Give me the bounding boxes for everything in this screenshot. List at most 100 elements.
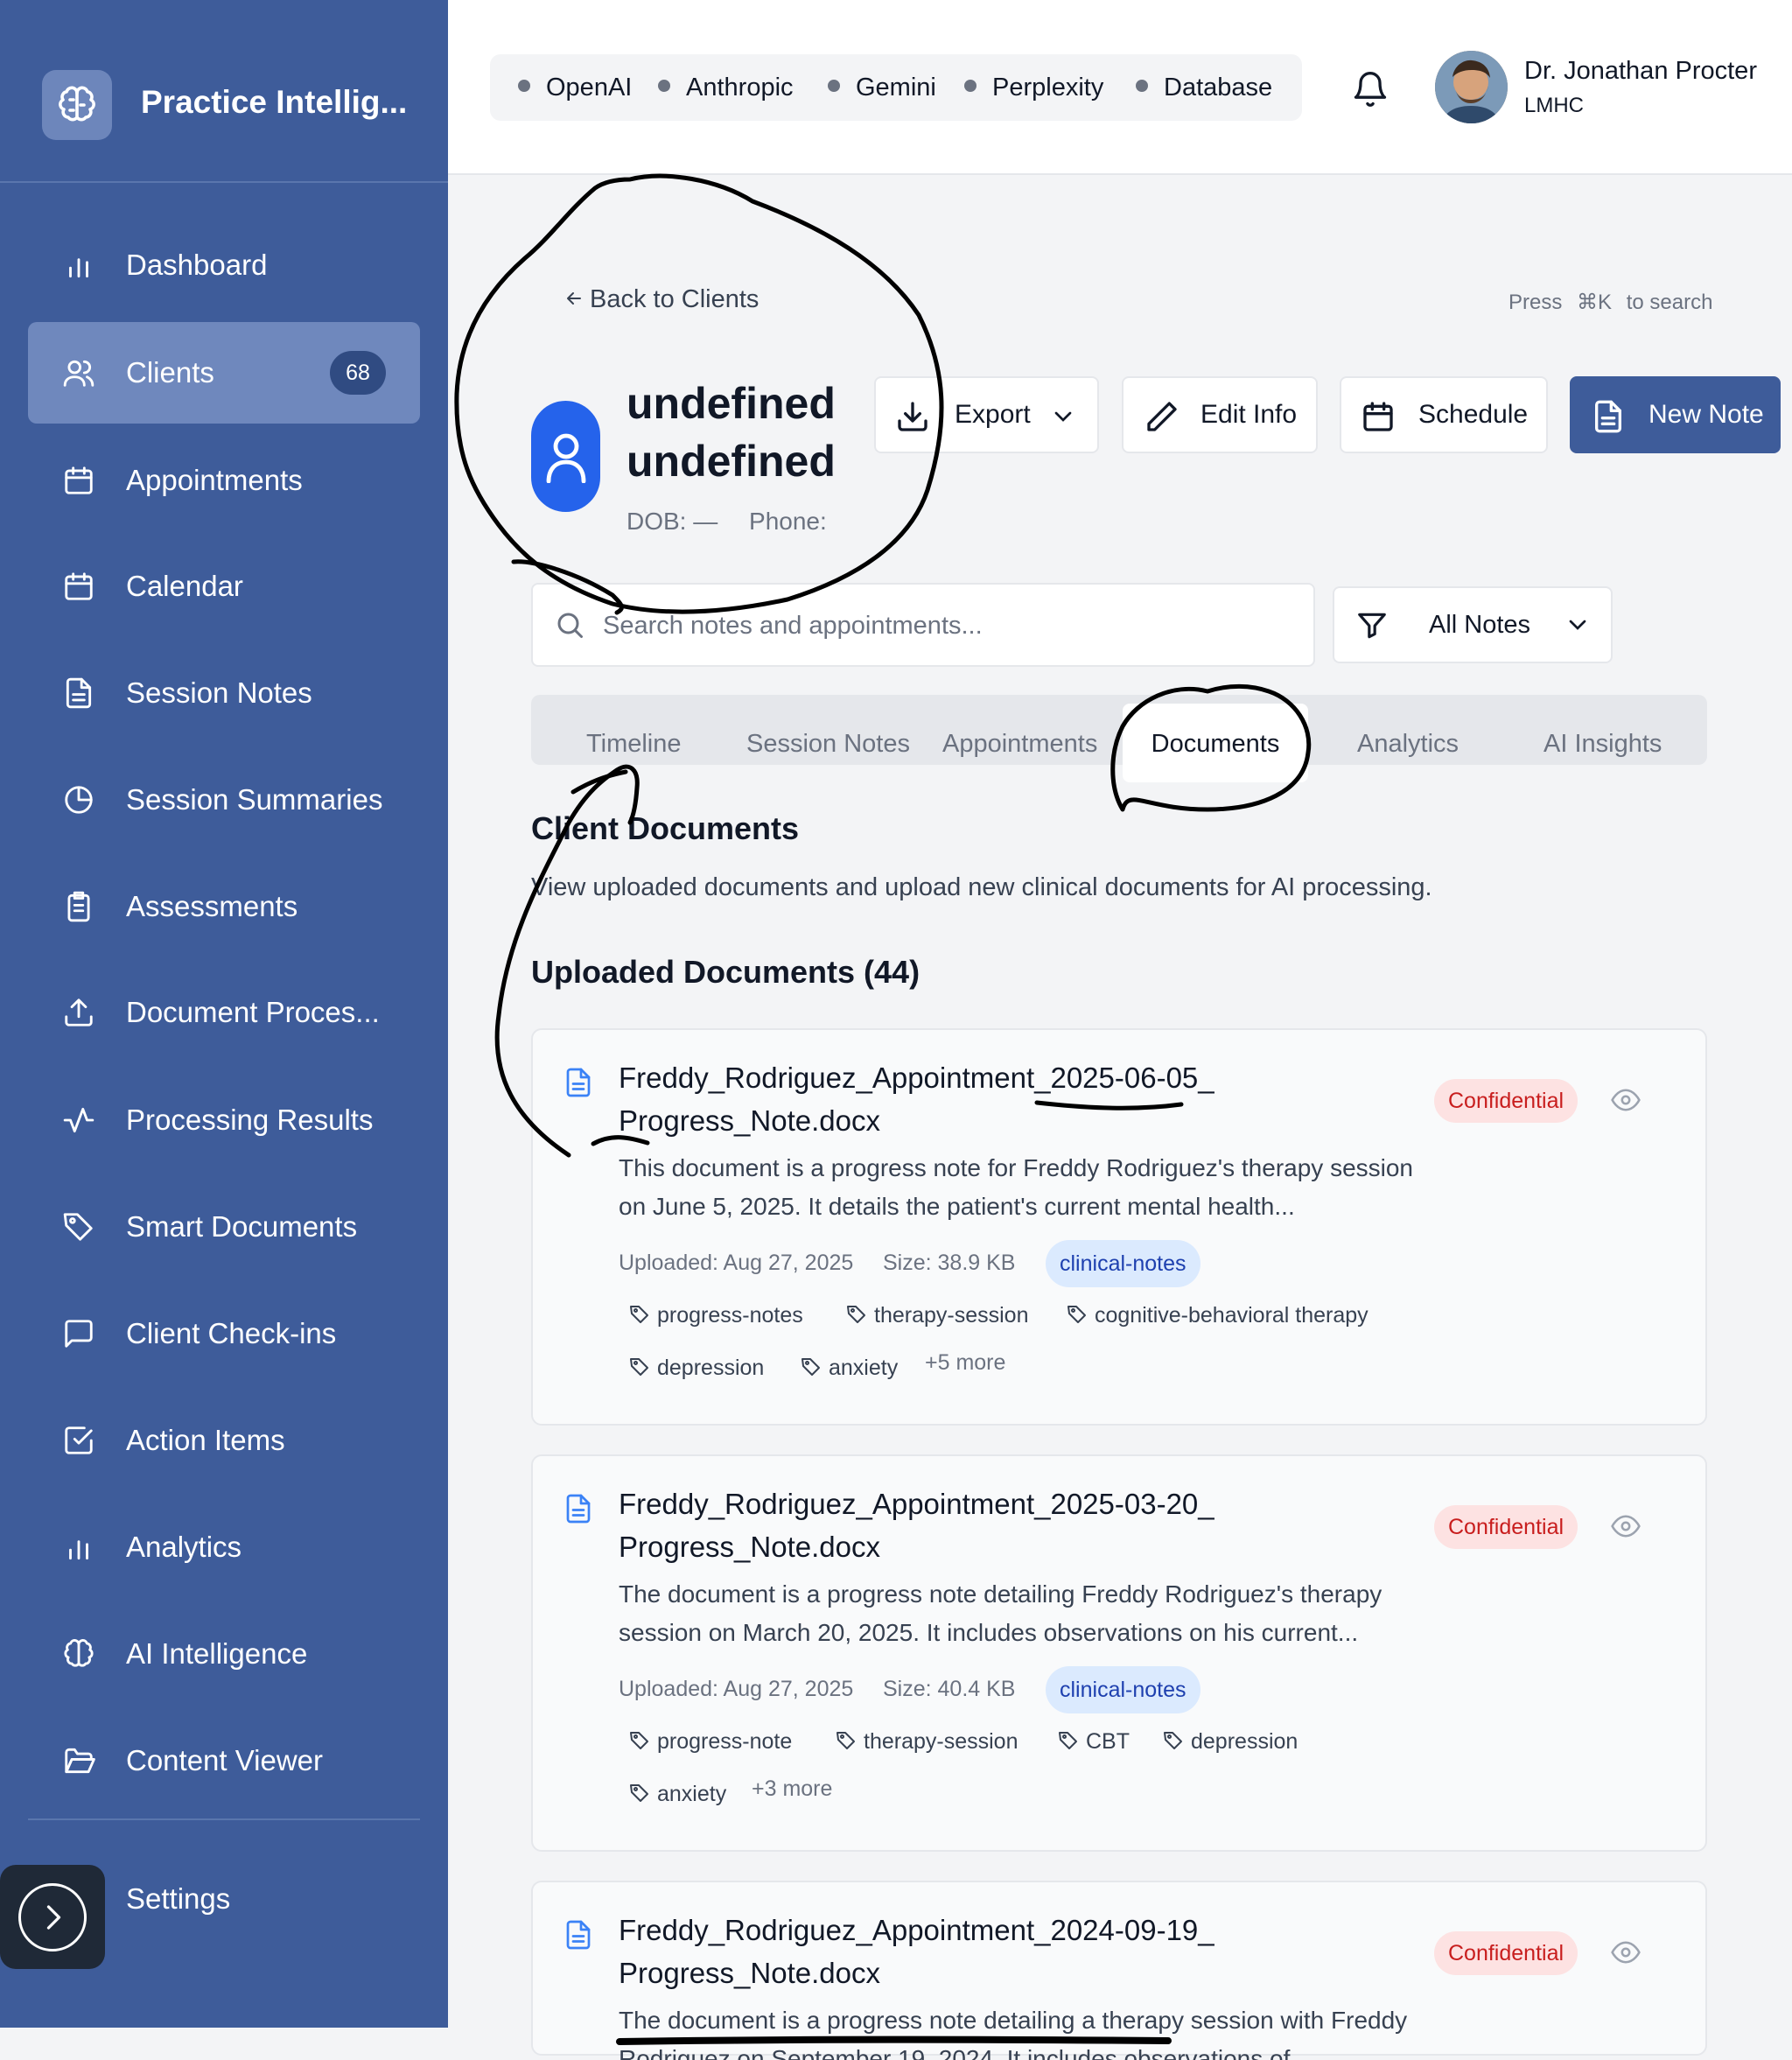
tag-icon <box>801 1356 829 1380</box>
document-card[interactable]: Freddy_Rodriguez_Appointment_2024-09-19_… <box>531 1881 1707 2060</box>
calendar-icon <box>61 463 96 498</box>
sidebar-item-client-check-ins[interactable]: Client Check-ins <box>28 1283 420 1384</box>
sidebar-item-processing-results[interactable]: Processing Results <box>28 1069 420 1171</box>
sidebar-item-label: Smart Documents <box>126 1210 358 1243</box>
user-role: LMHC <box>1524 94 1585 117</box>
confidential-badge: Confidential <box>1434 1931 1578 1975</box>
eye-icon[interactable] <box>1611 1088 1641 1112</box>
sidebar-item-smart-documents[interactable]: Smart Documents <box>28 1176 420 1278</box>
status-dot <box>828 80 840 93</box>
brand: Practice Intellig... <box>0 0 448 183</box>
export-button[interactable]: Export <box>874 376 1099 453</box>
section-description: View uploaded documents and upload new c… <box>531 873 1432 901</box>
confidential-badge: Confidential <box>1434 1079 1578 1123</box>
client-tabs: Timeline Session Notes Appointments Docu… <box>531 695 1707 782</box>
tag-icon <box>1163 1729 1191 1754</box>
upload-icon <box>61 995 96 1030</box>
eye-icon[interactable] <box>1611 1940 1641 1965</box>
tag-icon <box>1067 1303 1095 1328</box>
status-dot <box>658 80 670 93</box>
tab-timeline[interactable]: Timeline <box>586 695 682 765</box>
provider-gemini: Gemini <box>828 54 936 121</box>
provider-perplexity: Perplexity <box>964 54 1103 121</box>
user-avatar[interactable] <box>1435 51 1508 123</box>
sidebar-item-assessments[interactable]: Assessments <box>28 856 420 957</box>
search-bar <box>531 583 1315 667</box>
edit-info-button[interactable]: Edit Info <box>1122 376 1318 453</box>
document-size: Size: 40.4 KB <box>883 1677 1016 1701</box>
back-to-clients-link[interactable]: Back to Clients <box>564 285 759 314</box>
tag-icon <box>629 1729 657 1754</box>
sidebar-item-dashboard[interactable]: Dashboard <box>28 214 420 316</box>
activity-icon <box>61 1103 96 1138</box>
calendar-icon <box>1363 402 1393 431</box>
sidebar-item-action-items[interactable]: Action Items <box>28 1390 420 1491</box>
tag-icon <box>846 1303 874 1328</box>
document-tag[interactable]: CBT <box>1058 1729 1130 1755</box>
more-tags-link[interactable]: +3 more <box>752 1776 832 1802</box>
tag-icon <box>61 1209 96 1244</box>
sidebar: Practice Intellig... Dashboard Clients 68 A… <box>0 0 448 2028</box>
tab-appointments[interactable]: Appointments <box>942 695 1097 765</box>
download-icon <box>898 402 928 431</box>
sidebar-item-session-notes[interactable]: Session Notes <box>28 642 420 744</box>
status-dot <box>964 80 976 93</box>
document-title[interactable]: Freddy_Rodriguez_Appointment_2025-03-20_… <box>619 1482 1231 1568</box>
calendar-icon <box>61 569 96 604</box>
category-badge[interactable]: clinical-notes <box>1046 1240 1200 1287</box>
sidebar-item-document-proces[interactable]: Document Proces... <box>28 962 420 1063</box>
document-tag[interactable]: therapy-session <box>836 1729 1018 1755</box>
bar-chart-icon <box>61 248 96 283</box>
bell-icon[interactable] <box>1351 70 1390 109</box>
search-input[interactable] <box>603 602 1285 649</box>
category-badge[interactable]: clinical-notes <box>1046 1666 1200 1713</box>
tab-ai-insights[interactable]: AI Insights <box>1544 695 1662 765</box>
sidebar-item-calendar[interactable]: Calendar <box>28 536 420 637</box>
sidebar-item-analytics[interactable]: Analytics <box>28 1496 420 1598</box>
new-note-button[interactable]: New Note <box>1570 376 1781 453</box>
document-tag[interactable]: cognitive-behavioral therapy <box>1067 1303 1368 1328</box>
sidebar-item-label: Clients <box>126 356 214 389</box>
tag-icon <box>1058 1729 1086 1754</box>
eye-icon[interactable] <box>1611 1514 1641 1538</box>
tag-icon <box>629 1303 657 1328</box>
provider-database: Database <box>1136 54 1272 121</box>
file-text-icon <box>566 1920 591 1950</box>
expand-sidebar-button[interactable] <box>0 1865 105 1969</box>
document-tag[interactable]: depression <box>629 1356 764 1381</box>
document-card[interactable]: Freddy_Rodriguez_Appointment_2025-06-05_… <box>531 1028 1707 1426</box>
tab-session-notes[interactable]: Session Notes <box>746 695 910 765</box>
more-tags-link[interactable]: +5 more <box>925 1350 1005 1376</box>
tab-analytics[interactable]: Analytics <box>1357 695 1459 765</box>
document-tag[interactable]: anxiety <box>801 1356 898 1381</box>
document-card[interactable]: Freddy_Rodriguez_Appointment_2025-03-20_… <box>531 1454 1707 1852</box>
client-meta: DOB: — Phone: <box>626 508 827 536</box>
schedule-button[interactable]: Schedule <box>1340 376 1548 453</box>
sidebar-item-clients[interactable]: Clients 68 <box>28 322 420 424</box>
document-tag[interactable]: depression <box>1163 1729 1298 1755</box>
document-tag[interactable]: anxiety <box>629 1782 726 1807</box>
sidebar-item-label: Assessments <box>126 890 298 922</box>
document-description: The document is a progress note detailin… <box>619 2007 1408 2060</box>
sidebar-item-label: AI Intelligence <box>126 1637 308 1670</box>
document-title[interactable]: Freddy_Rodriguez_Appointment_2024-09-19_… <box>619 1909 1231 1994</box>
sidebar-item-content-viewer[interactable]: Content Viewer <box>28 1710 420 1811</box>
provider-openai: OpenAI <box>518 54 632 121</box>
notes-filter-select[interactable]: All Notes <box>1333 586 1613 663</box>
sidebar-item-ai-intelligence[interactable]: AI Intelligence <box>28 1603 420 1705</box>
clients-count-badge: 68 <box>330 351 386 395</box>
file-text-icon <box>61 676 96 711</box>
document-tag[interactable]: progress-notes <box>629 1303 803 1328</box>
arrow-left-icon <box>567 292 581 305</box>
document-tag[interactable]: therapy-session <box>846 1303 1028 1328</box>
document-title[interactable]: Freddy_Rodriguez_Appointment_2025-06-05_… <box>619 1056 1231 1142</box>
sidebar-item-session-summaries[interactable]: Session Summaries <box>28 749 420 851</box>
brand-name[interactable]: Practice Intellig... <box>141 84 407 121</box>
tag-icon <box>629 1356 657 1380</box>
brain-icon <box>42 70 112 140</box>
tab-documents[interactable]: Documents <box>1123 704 1308 782</box>
clipboard-icon <box>61 889 96 924</box>
sidebar-item-label: Processing Results <box>126 1104 374 1136</box>
document-tag[interactable]: progress-note <box>629 1729 792 1755</box>
sidebar-item-appointments[interactable]: Appointments <box>28 430 420 531</box>
